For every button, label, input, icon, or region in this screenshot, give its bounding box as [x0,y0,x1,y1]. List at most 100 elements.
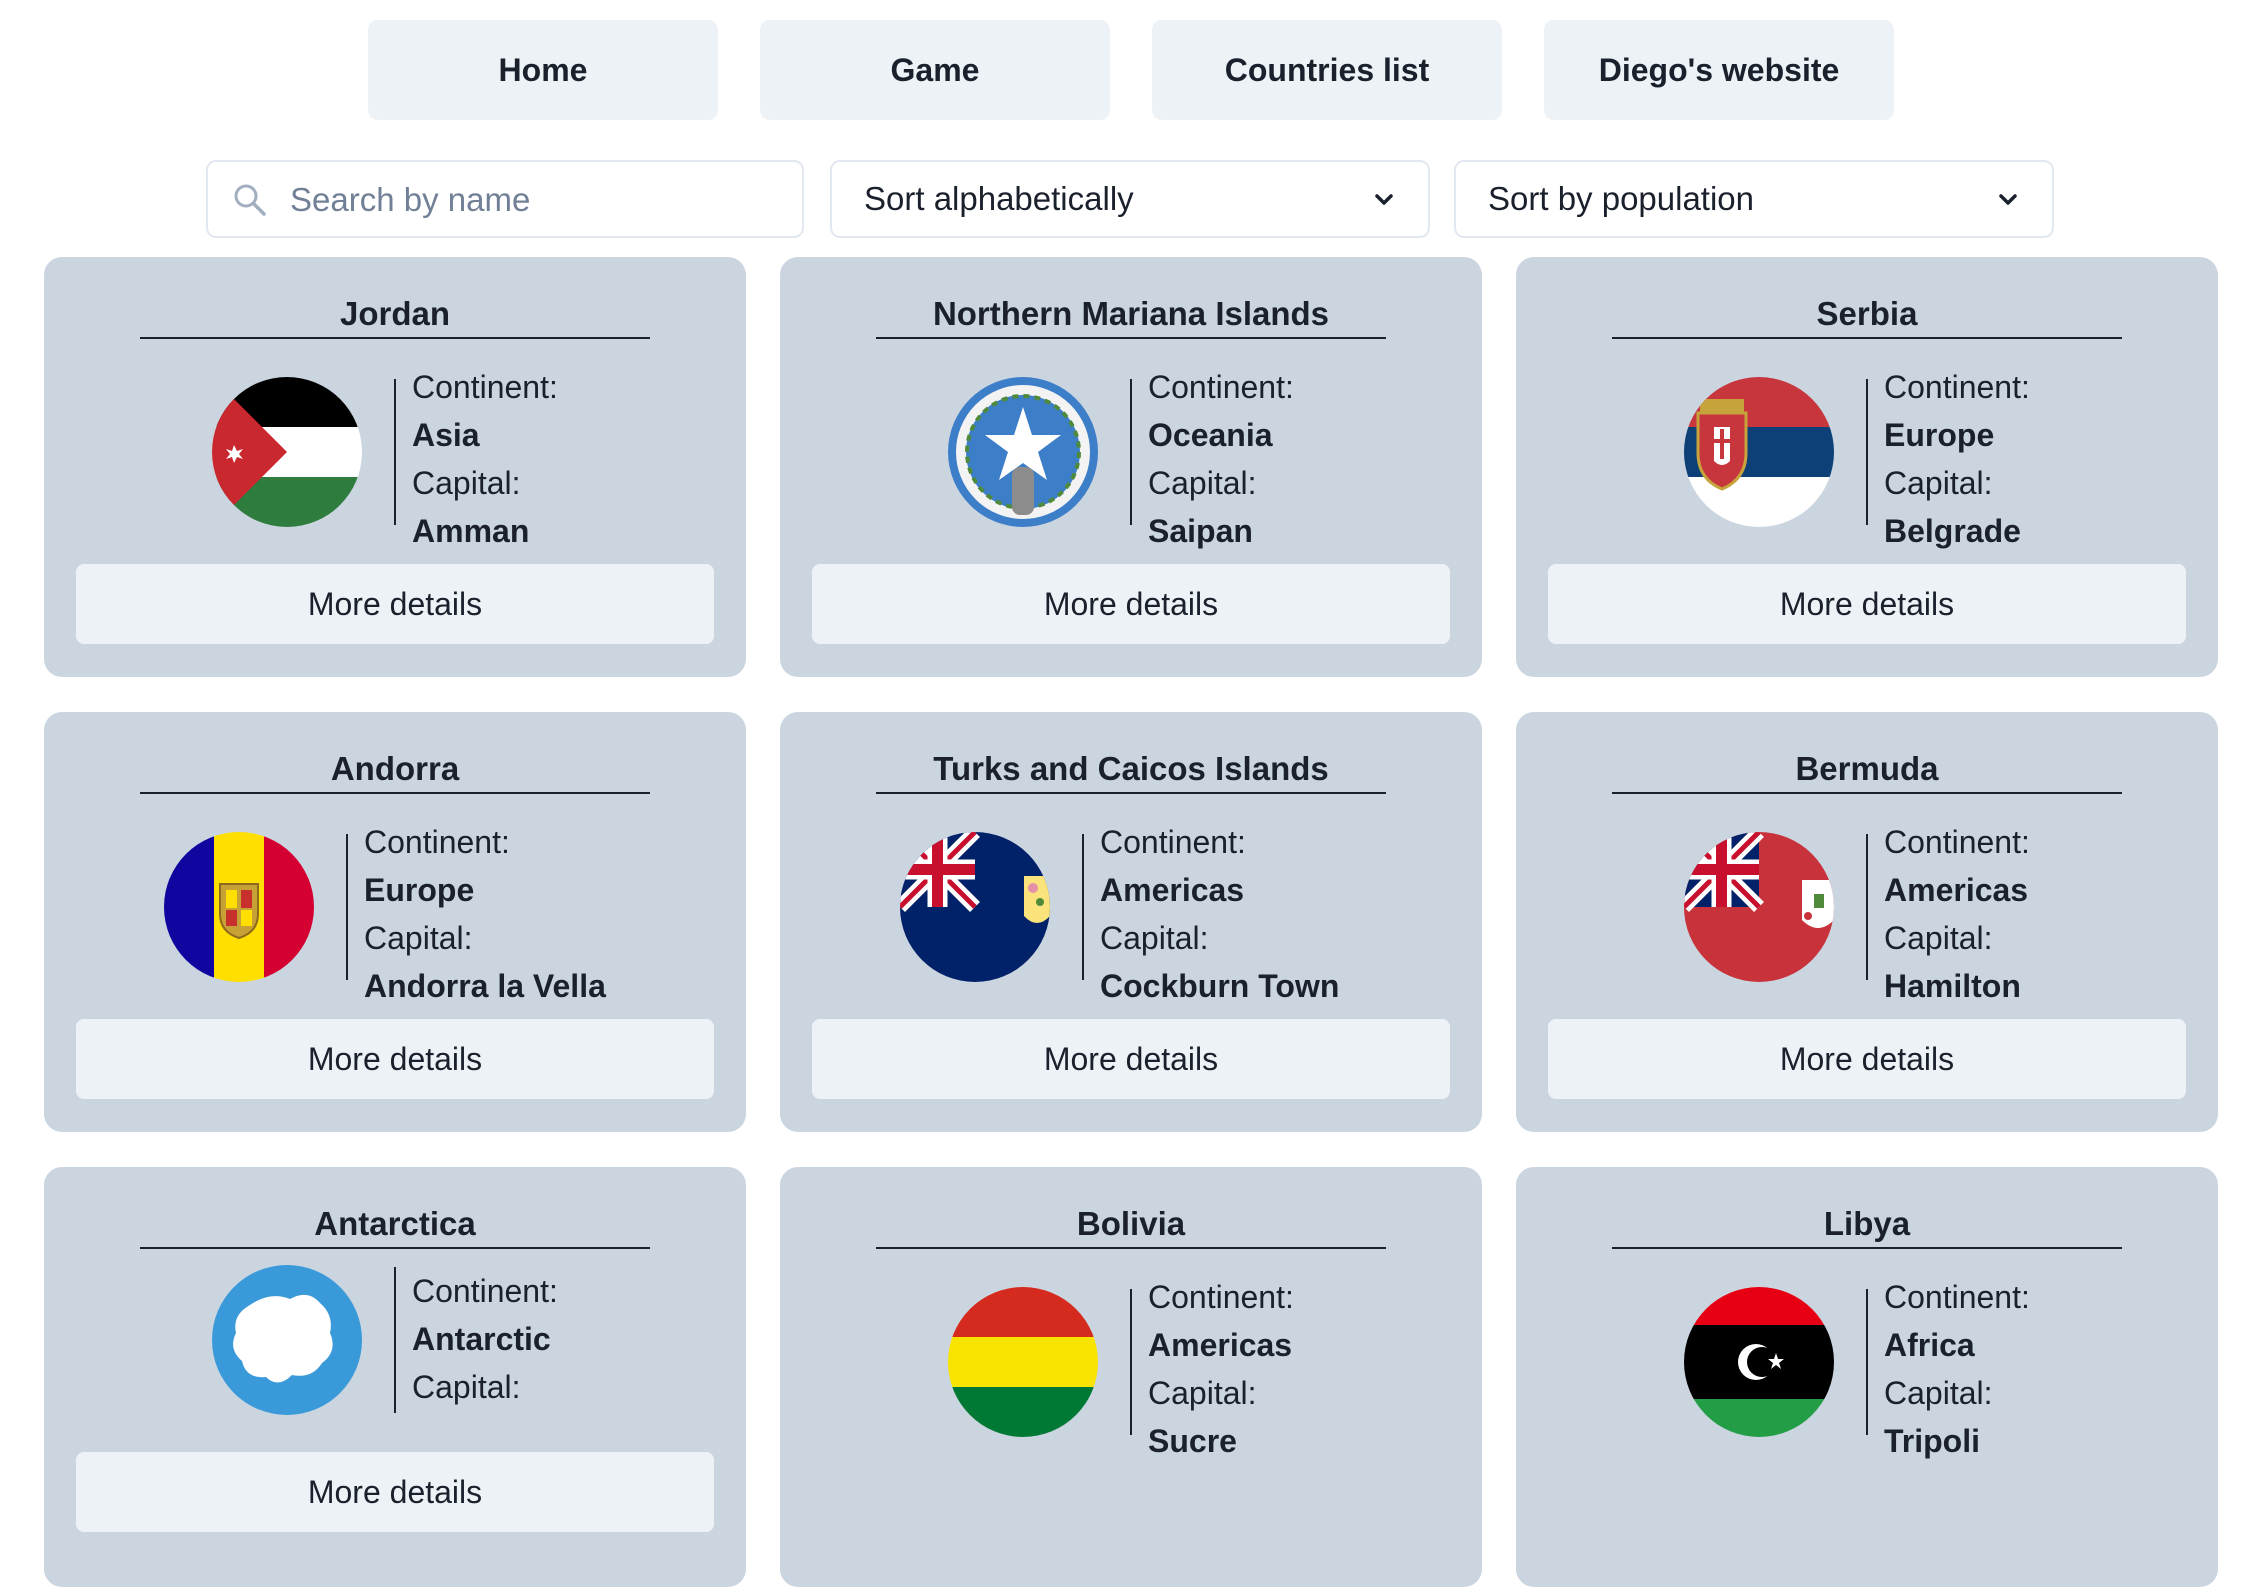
andorra-flag-icon [164,832,314,982]
country-card: Bolivia Continent: Americas Capital: Suc… [780,1167,1482,1587]
country-card: Northern Mariana Islands Continent: Ocea… [780,257,1482,677]
website-button[interactable]: Diego's website [1544,20,1894,120]
info-divider [1082,834,1084,980]
northern-mariana-islands-flag-icon [948,377,1098,527]
search-icon [234,184,266,216]
bolivia-flag-icon [948,1287,1098,1437]
turks-and-caicos-flag-icon [900,832,1050,982]
country-name: Bermuda [1795,750,1939,787]
game-button[interactable]: Game [760,20,1110,120]
continent-label: Continent: [1100,824,1246,860]
country-name: Jordan [339,295,451,332]
sort-by-population-label: Sort by population [1488,180,1755,217]
continent-value: Americas [1148,1327,1293,1363]
country-info: Continent: Oceania Capital: Saipan [1148,363,1294,555]
libya-flag-icon [1684,1287,1834,1437]
chevron-down-icon [1375,194,1393,205]
capital-value: Hamilton [1884,968,2021,1004]
continent-value: Americas [1100,872,1245,908]
continent-value: Asia [412,417,480,453]
continent-label: Continent: [364,824,510,860]
sort-alphabetically-label: Sort alphabetically [864,180,1134,217]
more-details-button[interactable]: More details [812,564,1450,644]
capital-label: Capital: [412,465,521,501]
info-divider [1866,834,1868,980]
chevron-down-icon [1999,194,2017,205]
capital-value: Saipan [1148,513,1253,549]
info-divider [394,1267,396,1413]
antarctica-flag-icon [212,1265,362,1415]
info-divider [1866,1289,1868,1435]
jordan-flag-icon [212,377,362,527]
capital-value: Tripoli [1884,1423,1980,1459]
capital-label: Capital: [1884,465,1993,501]
country-name: Serbia [1816,295,1918,332]
info-divider [1130,379,1132,525]
more-details-button[interactable]: More details [1548,564,2186,644]
title-divider [1612,1247,2122,1249]
continent-label: Continent: [412,1273,558,1309]
capital-label: Capital: [412,1369,521,1405]
info-divider [346,834,348,980]
title-divider [876,337,1386,339]
title-divider [1612,792,2122,794]
continent-value: Americas [1884,872,2029,908]
capital-label: Capital: [1884,920,1993,956]
continent-value: Europe [364,872,475,908]
title-divider [140,337,650,339]
country-card: Libya Continent: Africa Capital: Tripoli [1516,1167,2218,1587]
info-divider [1130,1289,1132,1435]
more-details-button[interactable]: More details [812,1019,1450,1099]
continent-label: Continent: [1884,824,2030,860]
capital-label: Capital: [1148,1375,1257,1411]
country-name: Turks and Caicos Islands [933,750,1329,787]
title-divider [876,792,1386,794]
filter-bar: Sort alphabetically Sort by population [0,160,2254,240]
country-name: Andorra [330,750,460,787]
search-box [206,160,804,238]
info-divider [1866,379,1868,525]
country-card: Serbia Continent: Europe Capital: Belgra… [1516,257,2218,677]
country-name: Libya [1823,1205,1911,1242]
more-details-button[interactable]: More details [1548,1019,2186,1099]
country-card: Jordan Continent: Asia Capital: Amman Mo… [44,257,746,677]
home-button[interactable]: Home [368,20,718,120]
country-card: Bermuda Continent: Americas Capital: Ham… [1516,712,2218,1132]
capital-value: Amman [412,513,530,549]
countries-list-button[interactable]: Countries list [1152,20,1502,120]
country-card: Andorra Continent: Europe Capital: Andor… [44,712,746,1132]
continent-label: Continent: [1884,1279,2030,1315]
capital-value: Andorra la Vella [364,968,606,1004]
continent-value: Antarctic [412,1321,551,1357]
title-divider [1612,337,2122,339]
capital-label: Capital: [1100,920,1209,956]
country-info: Continent: Americas Capital: Sucre [1148,1273,1294,1465]
capital-label: Capital: [1884,1375,1993,1411]
country-info: Continent: Africa Capital: Tripoli [1884,1273,2030,1465]
country-info: Continent: Europe Capital: Andorra la Ve… [364,818,606,1010]
capital-label: Capital: [364,920,473,956]
search-input[interactable] [288,162,792,238]
country-info: Continent: Americas Capital: Hamilton [1884,818,2030,1010]
more-details-button[interactable]: More details [76,564,714,644]
sort-by-population-select[interactable]: Sort by population [1454,160,2054,238]
capital-value: Belgrade [1884,513,2021,549]
title-divider [876,1247,1386,1249]
capital-value: Cockburn Town [1100,968,1340,1004]
top-navigation: Home Game Countries list Diego's website [0,20,2254,120]
country-card: Antarctica Continent: Antarctic Capital:… [44,1167,746,1587]
continent-value: Europe [1884,417,1995,453]
continent-label: Continent: [1884,369,2030,405]
continent-label: Continent: [1148,1279,1294,1315]
continent-label: Continent: [412,369,558,405]
sort-alphabetically-select[interactable]: Sort alphabetically [830,160,1430,238]
title-divider [140,1247,650,1249]
country-card: Turks and Caicos Islands Continent: Amer… [780,712,1482,1132]
bermuda-flag-icon [1684,832,1834,982]
country-name: Northern Mariana Islands [932,295,1330,332]
continent-value: Africa [1884,1327,1975,1363]
more-details-button[interactable]: More details [76,1452,714,1532]
serbia-flag-icon [1684,377,1834,527]
continent-value: Oceania [1148,417,1273,453]
more-details-button[interactable]: More details [76,1019,714,1099]
